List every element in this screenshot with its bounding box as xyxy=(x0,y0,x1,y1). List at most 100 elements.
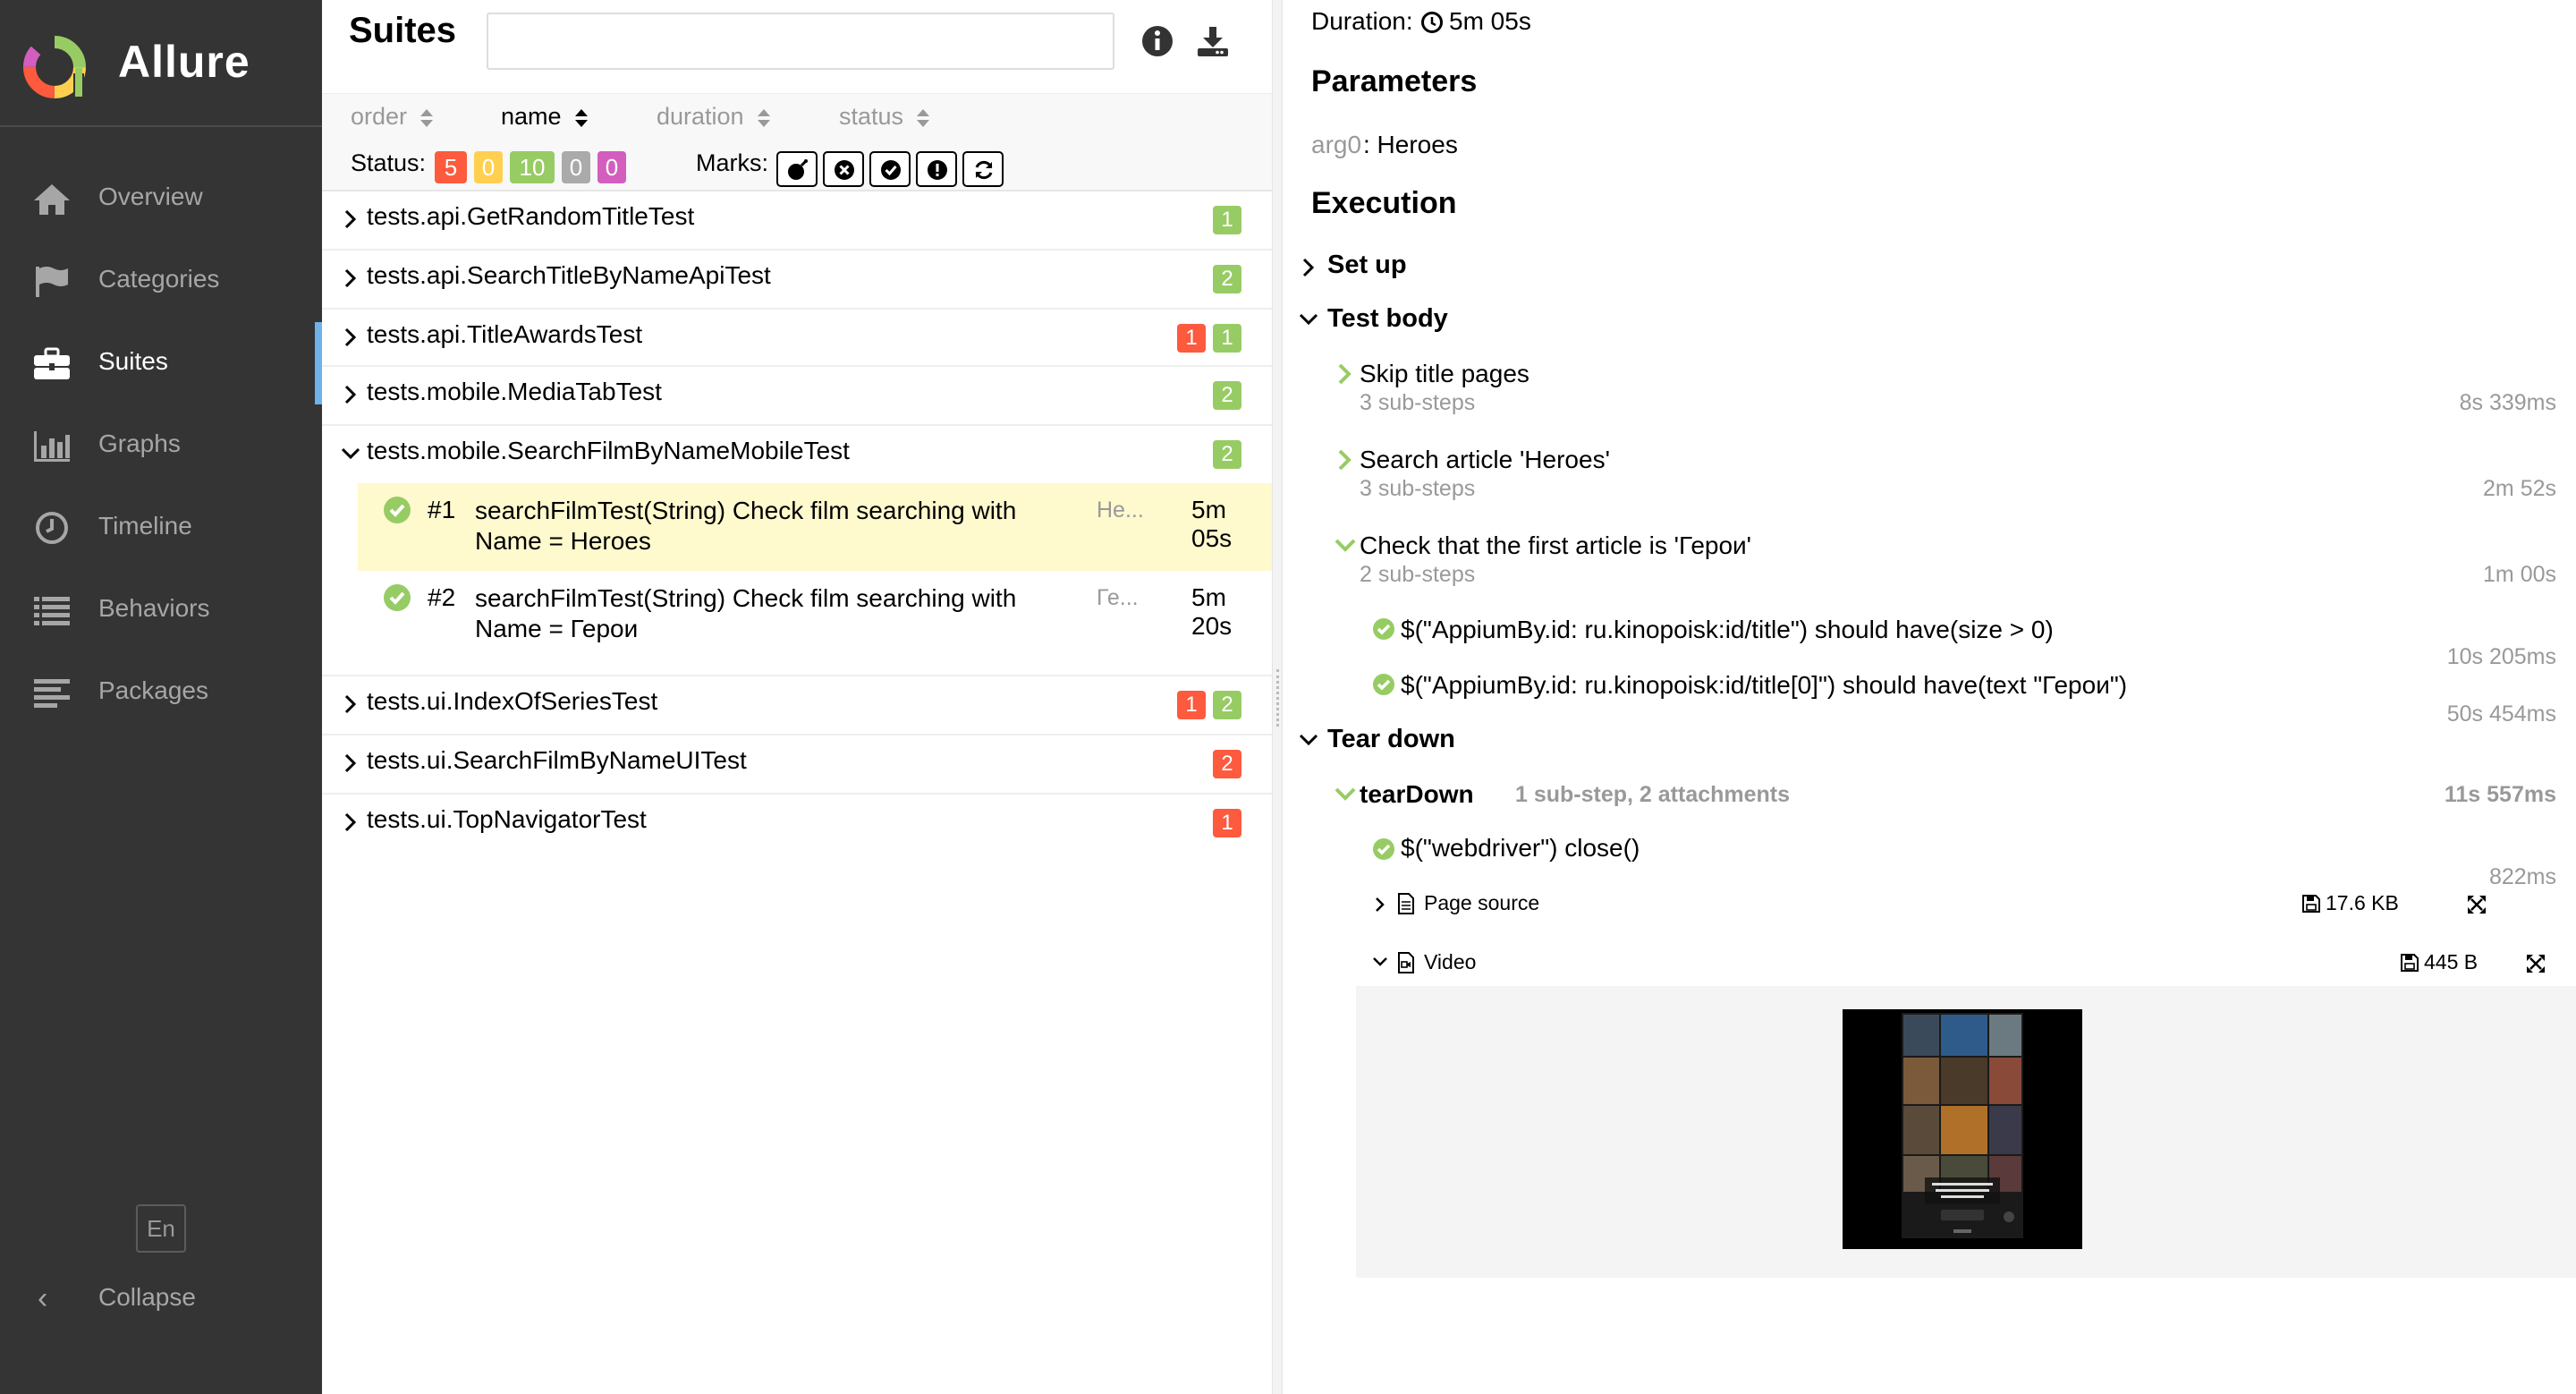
sidebar-item-graphs[interactable]: Graphs xyxy=(0,404,322,487)
substep-row[interactable]: $("AppiumBy.id: ru.kinopoisk:id/title[0]… xyxy=(1372,671,2556,727)
setup-toggle[interactable]: Set up xyxy=(1301,249,1479,286)
step-substeps: 2 sub-steps xyxy=(1360,562,1476,587)
sidebar: Allure Overview Categories Suites Graphs… xyxy=(0,0,322,1394)
suite-row[interactable]: tests.api.GetRandomTitleTest 1 xyxy=(322,191,1272,251)
sidebar-item-timeline[interactable]: Timeline xyxy=(0,487,322,569)
step-row[interactable]: Search article 'Heroes' 3 sub-steps 2m 5… xyxy=(1336,444,2556,515)
suite-row[interactable]: tests.api.SearchTitleByNameApiTest 2 xyxy=(322,251,1272,310)
mark-new-passed[interactable] xyxy=(869,151,911,187)
test-parameter: He... xyxy=(1097,497,1144,523)
sidebar-item-suites[interactable]: Suites xyxy=(0,322,322,404)
param-value: : Heroes xyxy=(1363,131,1458,158)
passed-count-badge: 2 xyxy=(1213,440,1241,469)
test-name: searchFilmTest(String) Check film search… xyxy=(475,584,1017,642)
sidebar-item-overview[interactable]: Overview xyxy=(0,157,322,240)
chevron-left-icon: ‹ xyxy=(38,1281,48,1315)
test-case-row[interactable]: #2 searchFilmTest(String) Check film sea… xyxy=(358,571,1272,659)
status-filter-passed[interactable]: 10 xyxy=(510,151,555,183)
close-step-row[interactable]: $("webdriver") close() 822ms xyxy=(1372,834,2556,889)
test-body-label: Test body xyxy=(1327,304,1448,333)
step-time: 1m 00s xyxy=(2483,562,2556,587)
sidebar-item-behaviors[interactable]: Behaviors xyxy=(0,569,322,651)
status-filter-broken[interactable]: 0 xyxy=(474,151,503,183)
passed-count-badge: 2 xyxy=(1213,265,1241,293)
bomb-icon xyxy=(788,159,808,180)
chevron-right-icon xyxy=(344,753,357,773)
suite-row[interactable]: tests.mobile.MediaTabTest 2 xyxy=(322,367,1272,426)
suite-row[interactable]: tests.ui.SearchFilmByNameUITest 2 xyxy=(322,735,1272,795)
step-row-expanded[interactable]: Check that the first article is 'Герои' … xyxy=(1335,530,2556,601)
teardown-step-row[interactable]: tearDown 1 sub-step, 2 attachments 11s 5… xyxy=(1335,778,2556,816)
test-case-row[interactable]: #1 searchFilmTest(String) Check film sea… xyxy=(358,483,1272,571)
teardown-label: Tear down xyxy=(1327,725,1455,753)
suite-name: tests.ui.IndexOfSeriesTest xyxy=(367,687,658,715)
pane-splitter[interactable] xyxy=(1272,0,1283,1394)
step-row[interactable]: Skip title pages 3 sub-steps 8s 339ms xyxy=(1336,358,2556,429)
sidebar-item-label: Overview xyxy=(98,183,203,210)
suite-row-expanded[interactable]: tests.mobile.SearchFilmByNameMobileTest … xyxy=(322,426,1272,676)
suite-name: tests.ui.TopNavigatorTest xyxy=(367,805,647,833)
video-player[interactable] xyxy=(1843,1009,2082,1249)
step-time: 8s 339ms xyxy=(2459,390,2556,415)
suite-name: tests.mobile.SearchFilmByNameMobileTest xyxy=(367,437,850,464)
language-selector[interactable]: En xyxy=(136,1204,186,1253)
sort-name[interactable]: name xyxy=(501,103,589,131)
sort-duration[interactable]: duration xyxy=(657,103,771,131)
test-name: searchFilmTest(String) Check film search… xyxy=(475,497,1017,555)
suite-row[interactable]: tests.api.TitleAwardsTest 1 1 xyxy=(322,310,1272,367)
teardown-step-info: 1 sub-step, 2 attachments xyxy=(1515,782,1791,807)
chevron-down-green-icon xyxy=(1335,787,1356,801)
brand-name: Allure xyxy=(118,37,250,87)
download-icon[interactable] xyxy=(1195,23,1231,59)
suite-name: tests.api.GetRandomTitleTest xyxy=(367,202,695,230)
marks-filter-label: Marks: xyxy=(696,149,768,176)
expand-icon[interactable] xyxy=(2526,954,2546,973)
mark-new-failed[interactable] xyxy=(823,151,864,187)
test-body-toggle[interactable]: Test body xyxy=(1299,302,1513,340)
status-filter-unknown[interactable]: 0 xyxy=(597,151,626,183)
suites-header: Suites xyxy=(322,0,1272,93)
clock-icon xyxy=(1421,12,1443,33)
status-filter-skipped[interactable]: 0 xyxy=(562,151,590,183)
mark-new-broken[interactable] xyxy=(916,151,957,187)
test-parameter: Ге... xyxy=(1097,585,1139,610)
expand-icon[interactable] xyxy=(2467,895,2487,914)
substep-row[interactable]: $("AppiumBy.id: ru.kinopoisk:id/title") … xyxy=(1372,616,2556,669)
search-input[interactable] xyxy=(487,13,1114,70)
status-filter-failed[interactable]: 5 xyxy=(435,151,467,183)
collapse-button[interactable]: ‹ Collapse xyxy=(0,1271,322,1324)
mark-retries[interactable] xyxy=(962,151,1004,187)
param-name: arg0 xyxy=(1311,131,1362,158)
mark-flaky[interactable] xyxy=(776,151,818,187)
sort-order[interactable]: order xyxy=(351,103,434,131)
info-icon[interactable] xyxy=(1140,23,1175,59)
sidebar-item-categories[interactable]: Categories xyxy=(0,240,322,322)
attachment-video[interactable]: Video 445 B xyxy=(1372,947,2546,982)
sidebar-item-label: Categories xyxy=(98,265,220,293)
attachment-size: 17.6 KB xyxy=(2326,891,2399,914)
passed-count-badge: 2 xyxy=(1213,381,1241,410)
chevron-right-icon xyxy=(344,385,357,404)
sort-arrows-icon xyxy=(917,108,930,127)
chevron-right-icon xyxy=(1376,897,1385,912)
page-title: Suites xyxy=(349,11,457,50)
step-substeps: 3 sub-steps xyxy=(1360,390,1476,415)
failed-count-badge: 2 xyxy=(1213,750,1241,778)
attachment-page-source[interactable]: Page source 17.6 KB xyxy=(1374,888,2487,923)
suite-name: tests.mobile.MediaTabTest xyxy=(367,378,662,405)
brand[interactable]: Allure xyxy=(0,0,322,127)
file-text-icon xyxy=(1398,893,1414,914)
sidebar-item-packages[interactable]: Packages xyxy=(0,651,322,734)
sidebar-item-label: Timeline xyxy=(98,512,192,540)
suite-row[interactable]: tests.ui.TopNavigatorTest 1 xyxy=(322,795,1272,854)
clock-icon xyxy=(36,512,68,544)
failed-count-badge: 1 xyxy=(1213,809,1241,837)
splitter-grip[interactable] xyxy=(1276,669,1279,727)
close-step-name: $("webdriver") close() xyxy=(1401,834,1640,862)
substep-name: $("AppiumBy.id: ru.kinopoisk:id/title") … xyxy=(1401,616,2054,643)
save-icon xyxy=(2401,954,2419,972)
passed-check-icon xyxy=(1373,618,1394,640)
teardown-toggle[interactable]: Tear down xyxy=(1299,723,1531,761)
suite-row[interactable]: tests.ui.IndexOfSeriesTest 1 2 xyxy=(322,676,1272,735)
sort-status[interactable]: status xyxy=(839,103,930,131)
